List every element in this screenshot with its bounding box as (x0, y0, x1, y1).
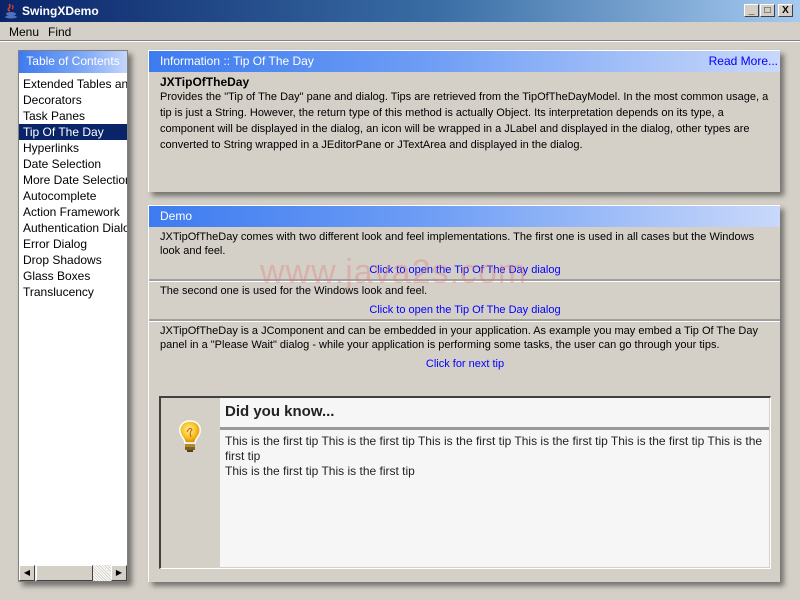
component-description: Provides the "Tip of The Day" pane and d… (160, 91, 769, 151)
toc-item-task-panes[interactable]: Task Panes (19, 108, 127, 124)
information-panel: Information :: Tip Of The Day Read More.… (148, 50, 780, 192)
demo-section-1: JXTipOfTheDay comes with two different l… (149, 227, 780, 281)
tip-of-the-day-panel: Did you know... This is the first tip Th… (159, 396, 771, 569)
lightbulb-icon (179, 420, 201, 452)
info-header: Information :: Tip Of The Day Read More.… (149, 51, 780, 72)
java-app-icon (5, 3, 17, 19)
minimize-button[interactable]: _ (744, 4, 759, 17)
scrollbar-thumb[interactable] (36, 565, 93, 581)
toc-item-decorators[interactable]: Decorators (19, 92, 127, 108)
demo-section-text: JXTipOfTheDay is a JComponent and can be… (160, 325, 758, 351)
open-tip-dialog-link-2[interactable]: Click to open the Tip Of The Day dialog (160, 298, 770, 319)
demo-panel: Demo JXTipOfTheDay comes with two differ… (148, 205, 780, 582)
tip-line-1: This is the first tip This is the first … (225, 434, 763, 463)
demo-section-text: JXTipOfTheDay comes with two different l… (160, 231, 755, 257)
demo-header: Demo (149, 206, 780, 227)
tip-content: Did you know... This is the first tip Th… (220, 398, 769, 567)
demo-section-2: The second one is used for the Windows l… (149, 281, 780, 321)
menu-menu[interactable]: Menu (9, 25, 39, 39)
menu-bar: Menu Find (0, 22, 800, 42)
toc-item-autocomplete[interactable]: Autocomplete (19, 188, 127, 204)
toc-header: Table of Contents (19, 51, 127, 73)
toc-item-action-framework[interactable]: Action Framework (19, 204, 127, 220)
tip-line-2: This is the first tip This is the first … (225, 464, 415, 478)
demo-section-text: The second one is used for the Windows l… (160, 285, 428, 297)
scrollbar-track[interactable] (93, 565, 111, 581)
scroll-left-arrow-icon[interactable]: ◀ (19, 565, 35, 581)
component-heading: JXTipOfTheDay (160, 75, 250, 89)
scroll-right-arrow-icon[interactable]: ▶ (111, 565, 127, 581)
toc-item-tip-of-the-day[interactable]: Tip Of The Day (19, 124, 127, 140)
read-more-link[interactable]: Read More... (709, 51, 778, 71)
tip-text: This is the first tip This is the first … (220, 430, 769, 479)
close-button[interactable]: X (778, 4, 793, 17)
horizontal-scrollbar[interactable]: ◀ ▶ (19, 565, 127, 581)
toc-item-authentication-dialogs[interactable]: Authentication Dialogs (19, 220, 127, 236)
toc-item-more-date-selection[interactable]: More Date Selection (19, 172, 127, 188)
toc-list: Extended Tables and Decorators Task Pane… (19, 73, 127, 300)
demo-header-title: Demo (160, 209, 193, 223)
toc-item-glass-boxes[interactable]: Glass Boxes (19, 268, 127, 284)
demo-section-3: JXTipOfTheDay is a JComponent and can be… (149, 321, 780, 373)
toc-item-date-selection[interactable]: Date Selection (19, 156, 127, 172)
toc-item-translucency[interactable]: Translucency (19, 284, 127, 300)
window-title: SwingXDemo (22, 4, 99, 18)
did-you-know-title: Did you know... (220, 398, 769, 430)
toc-item-drop-shadows[interactable]: Drop Shadows (19, 252, 127, 268)
menu-find[interactable]: Find (48, 25, 71, 39)
toc-item-extended-tables[interactable]: Extended Tables and (19, 76, 127, 92)
toc-item-hyperlinks[interactable]: Hyperlinks (19, 140, 127, 156)
toc-item-error-dialog[interactable]: Error Dialog (19, 236, 127, 252)
maximize-button[interactable]: □ (760, 4, 775, 17)
title-bar: SwingXDemo _ □ X (0, 0, 800, 22)
info-header-title: Information :: Tip Of The Day (160, 54, 314, 68)
table-of-contents-panel: Table of Contents Extended Tables and De… (18, 50, 128, 582)
next-tip-link[interactable]: Click for next tip (160, 352, 770, 373)
open-tip-dialog-link-1[interactable]: Click to open the Tip Of The Day dialog (160, 258, 770, 279)
